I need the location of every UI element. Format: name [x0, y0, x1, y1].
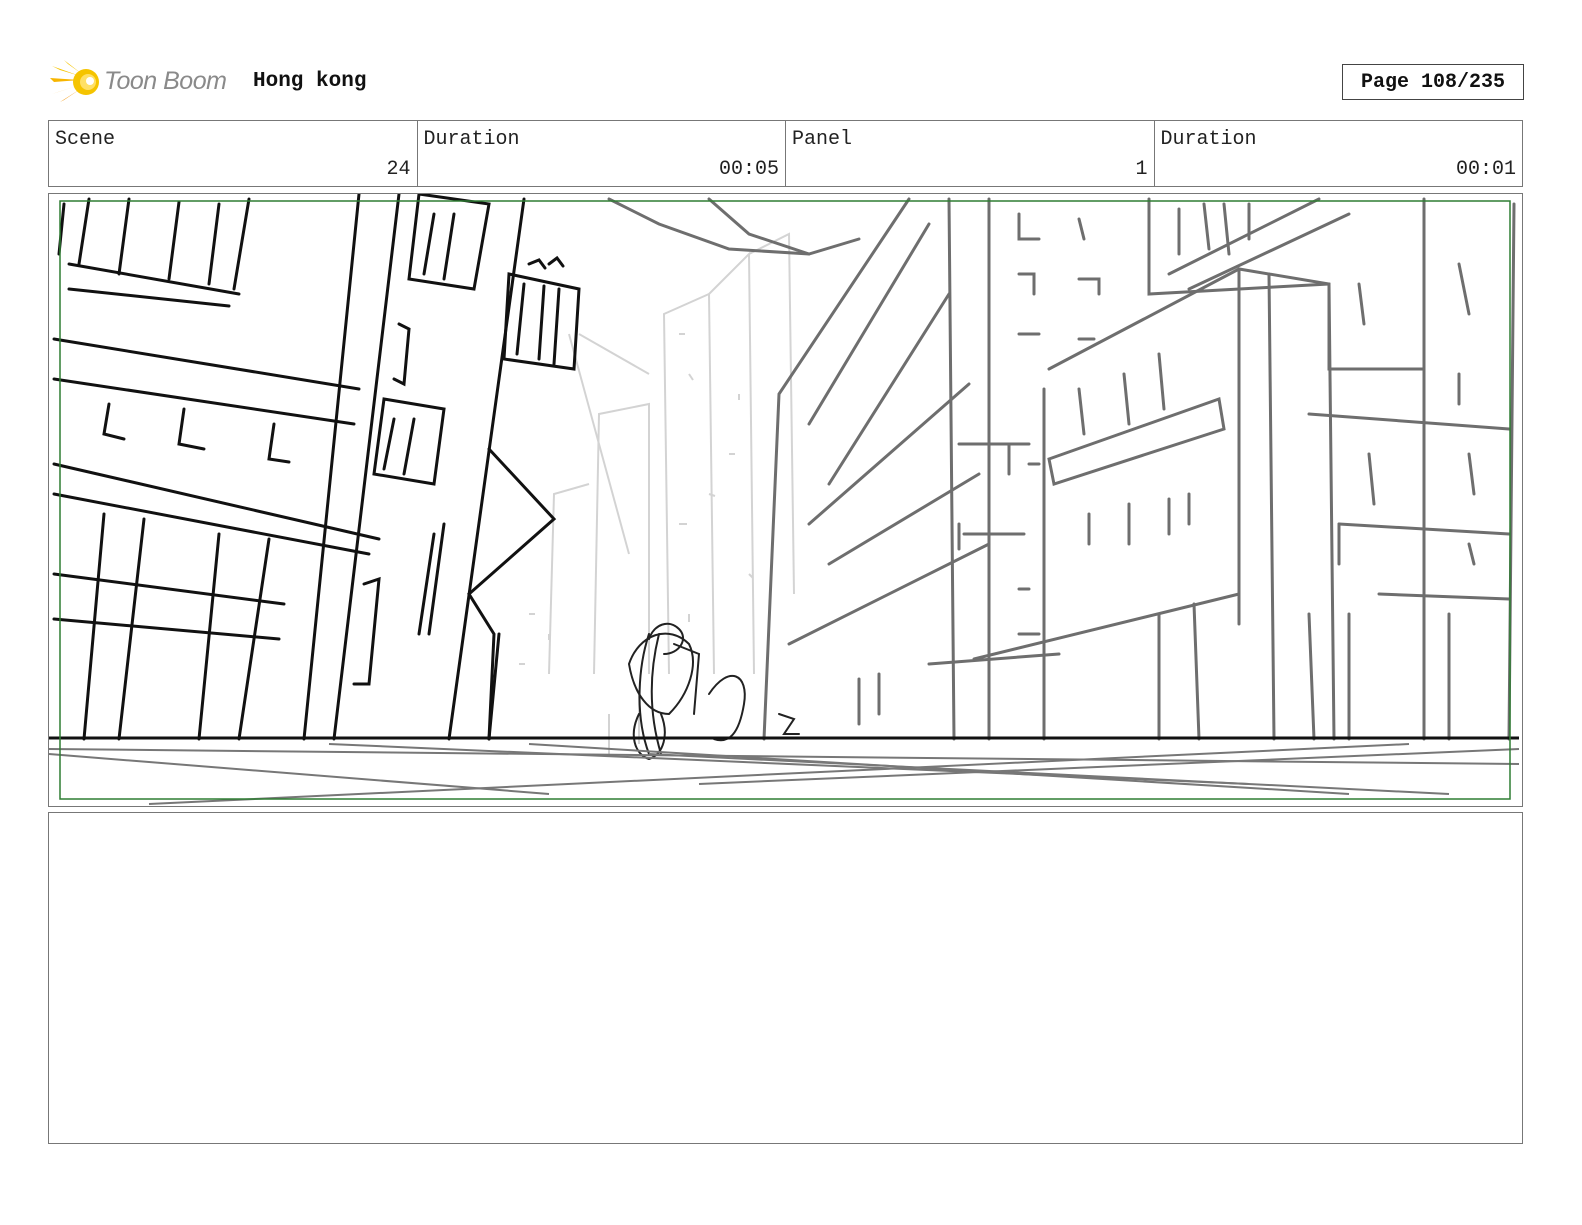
scene-cell: Scene 24 — [49, 121, 418, 186]
toon-boom-logo: Toon Boom — [50, 56, 240, 108]
ground-lines — [49, 743, 1520, 805]
scene-duration-label: Duration — [423, 128, 520, 151]
left-building — [52, 194, 581, 741]
project-title: Hong kong — [253, 70, 367, 93]
storyboard-panel — [48, 193, 1523, 807]
panel-label: Panel — [792, 128, 853, 151]
storyboard-header: Toon Boom Hong kong Page 108/235 — [50, 56, 1524, 108]
panel-value: 1 — [1135, 158, 1148, 181]
right-buildings — [607, 197, 1516, 741]
scene-value: 24 — [386, 158, 411, 181]
logo-wordmark: Toon Boom — [104, 67, 227, 95]
scene-duration-value: 00:05 — [718, 158, 779, 181]
panel-notes-box — [48, 812, 1523, 1144]
comet-logo-icon — [50, 60, 99, 102]
page-counter: Page 108/235 — [1342, 64, 1524, 100]
panel-duration-value: 00:01 — [1455, 158, 1516, 181]
scene-duration-cell: Duration 00:05 — [418, 121, 786, 186]
panel-sketch — [49, 194, 1520, 805]
background-buildings — [519, 232, 795, 754]
panel-duration-cell: Duration 00:01 — [1155, 121, 1523, 186]
panel-duration-label: Duration — [1160, 128, 1257, 151]
shot-info-row: Scene 24 Duration 00:05 Panel 1 Duration… — [48, 120, 1523, 187]
scene-label: Scene — [55, 128, 116, 151]
safe-frame — [59, 200, 1511, 800]
panel-cell: Panel 1 — [786, 121, 1155, 186]
